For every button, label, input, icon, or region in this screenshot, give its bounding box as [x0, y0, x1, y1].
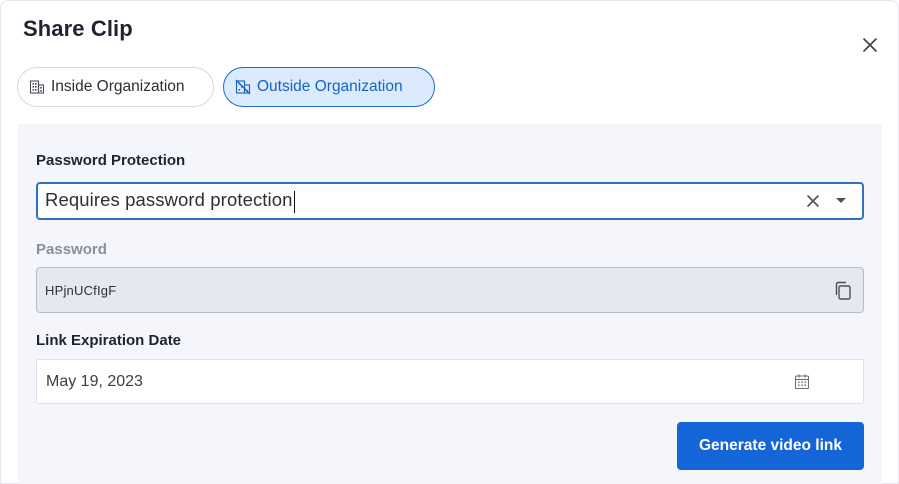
tab-label: Outside Organization: [257, 78, 403, 95]
link-expiration-value: May 19, 2023: [46, 372, 143, 390]
building-icon: [29, 79, 45, 95]
password-label: Password: [36, 241, 107, 258]
share-clip-dialog: Share Clip Inside Organization Outside O…: [0, 0, 899, 484]
dialog-title: Share Clip: [23, 16, 133, 41]
password-value: HPjnUCfIgF: [45, 282, 117, 298]
password-protection-value: Requires password protection: [38, 189, 296, 213]
building-off-icon: [235, 79, 251, 95]
close-icon: [863, 38, 877, 52]
link-expiration-label: Link Expiration Date: [36, 332, 182, 349]
share-settings-panel: Password Protection Requires password pr…: [18, 124, 882, 484]
link-expiration-date-input[interactable]: May 19, 2023: [36, 359, 864, 404]
tab-label: Inside Organization: [51, 78, 185, 95]
password-protection-select[interactable]: Requires password protection: [36, 182, 864, 220]
tab-inside-organization[interactable]: Inside Organization: [17, 67, 214, 107]
share-scope-tabs: Inside Organization Outside Organization: [17, 67, 435, 107]
clear-icon[interactable]: [804, 192, 822, 210]
password-field: HPjnUCfIgF: [36, 267, 864, 313]
tab-outside-organization[interactable]: Outside Organization: [223, 67, 435, 107]
password-protection-label: Password Protection: [36, 152, 186, 169]
generate-video-link-button[interactable]: Generate video link: [677, 422, 864, 470]
calendar-icon[interactable]: [794, 373, 810, 390]
chevron-down-icon[interactable]: [834, 196, 848, 206]
close-button[interactable]: [859, 34, 881, 56]
copy-icon[interactable]: [833, 280, 853, 301]
